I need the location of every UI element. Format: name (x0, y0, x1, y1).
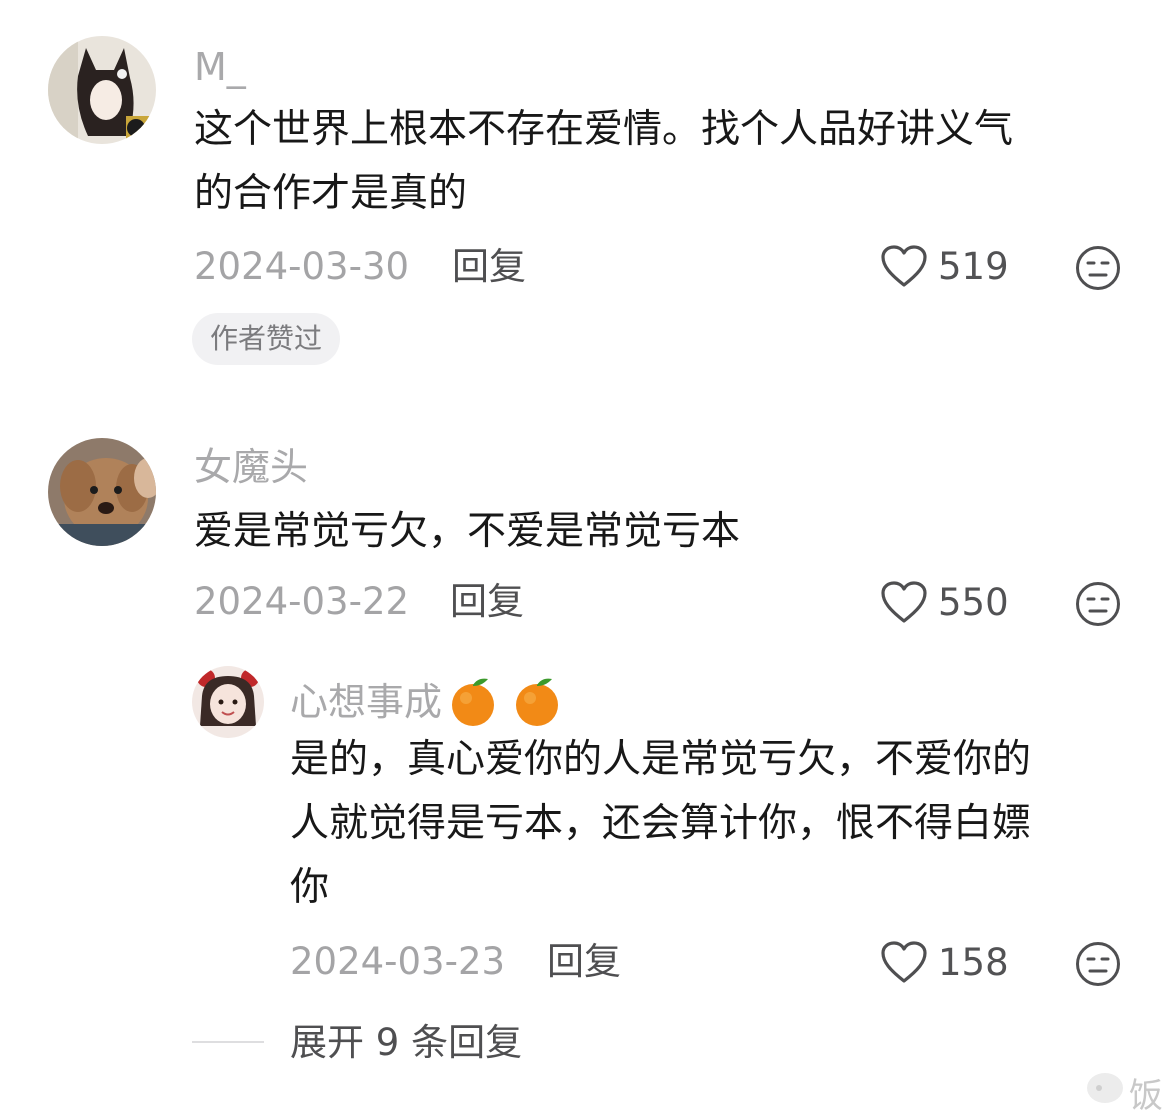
username[interactable]: 心想事成 (290, 676, 562, 728)
heart-icon (881, 581, 927, 623)
neutral-face-icon (1076, 246, 1120, 290)
heart-icon (881, 245, 927, 287)
reply-button[interactable]: 回复 (452, 248, 526, 285)
like-count: 158 (938, 940, 1009, 984)
reply-text-line: 是的，真心爱你的人是常觉亏欠，不爱你的 (290, 737, 1032, 782)
avatar[interactable] (192, 666, 264, 738)
comment-text-line: 这个世界上根本不存在爱情。找个人品好讲义气 (194, 107, 1014, 152)
username-text: 心想事成 (290, 680, 443, 724)
reply-text-line: 你 (290, 865, 330, 910)
tangerine-emoji (516, 678, 559, 726)
neutral-face-icon (1076, 582, 1120, 626)
reply-button[interactable]: 回复 (450, 583, 524, 620)
neutral-face-icon (1076, 942, 1120, 986)
reply-text: 是的，真心爱你的人是常觉亏欠，不爱你的 人就觉得是亏本，还会算计你，恨不得白嫖 … (290, 728, 1140, 920)
username[interactable]: 女魔头 (194, 448, 308, 486)
reply-text-line: 人就觉得是亏本，还会算计你，恨不得白嫖 (290, 801, 1032, 846)
tangerine-emoji (452, 678, 495, 726)
divider (192, 1041, 264, 1043)
reply-date: 2024-03-23 (290, 940, 506, 983)
like-button[interactable]: 519 (880, 244, 1009, 288)
expand-replies-button[interactable]: 展开 9 条回复 (290, 1024, 522, 1061)
author-liked-badge: 作者赞过 (192, 313, 341, 365)
like-count: 519 (938, 244, 1009, 288)
like-button[interactable]: 158 (880, 940, 1009, 984)
heart-icon (881, 941, 927, 983)
reply-button[interactable]: 回复 (547, 943, 621, 980)
watermark-text: 饭 (1129, 1076, 1163, 1116)
comment-text-line: 爱是常觉亏欠，不爱是常觉亏本 (194, 509, 741, 554)
comment-text-line: 的合作才是真的 (194, 171, 468, 216)
avatar[interactable] (48, 36, 156, 144)
watermark-logo-icon (1087, 1073, 1123, 1103)
watermark: 饭 (1087, 1068, 1163, 1116)
comment-date: 2024-03-30 (194, 245, 410, 288)
dislike-button[interactable] (1075, 941, 1121, 991)
comment-text: 这个世界上根本不存在爱情。找个人品好讲义气 的合作才是真的 (194, 98, 1134, 226)
like-count: 550 (938, 580, 1009, 624)
comment-text: 爱是常觉亏欠，不爱是常觉亏本 (194, 500, 1134, 564)
dislike-button[interactable] (1075, 245, 1121, 295)
avatar[interactable] (48, 438, 156, 546)
username[interactable]: M_ (194, 48, 246, 86)
dislike-button[interactable] (1075, 581, 1121, 631)
like-button[interactable]: 550 (880, 580, 1009, 624)
comment-date: 2024-03-22 (194, 580, 410, 623)
